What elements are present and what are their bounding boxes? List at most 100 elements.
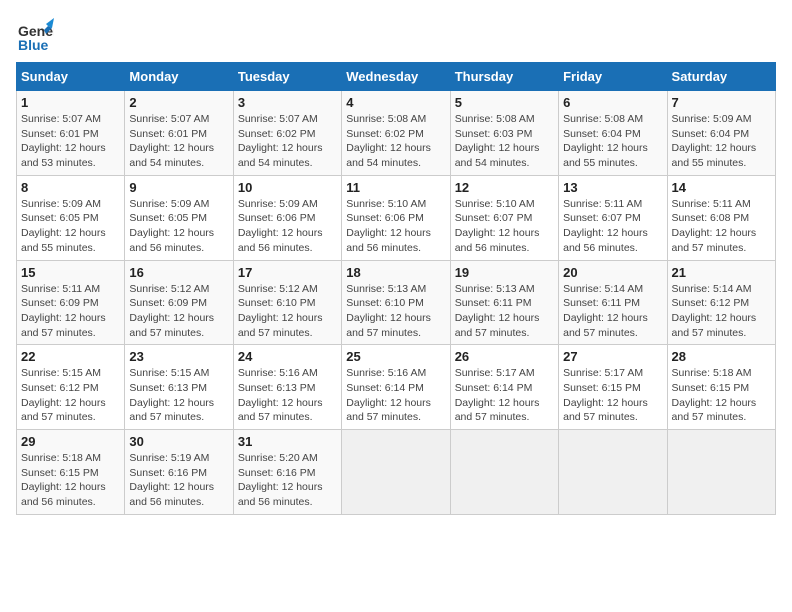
day-number: 18 — [346, 265, 445, 280]
day-info: Sunrise: 5:07 AM Sunset: 6:01 PM Dayligh… — [21, 112, 120, 171]
day-info: Sunrise: 5:07 AM Sunset: 6:01 PM Dayligh… — [129, 112, 228, 171]
calendar-cell: 4Sunrise: 5:08 AM Sunset: 6:02 PM Daylig… — [342, 91, 450, 176]
weekday-header-wednesday: Wednesday — [342, 63, 450, 91]
day-info: Sunrise: 5:09 AM Sunset: 6:06 PM Dayligh… — [238, 197, 337, 256]
day-number: 12 — [455, 180, 554, 195]
day-info: Sunrise: 5:12 AM Sunset: 6:10 PM Dayligh… — [238, 282, 337, 341]
calendar-week-1: 1 Sunrise: 5:07 AM Sunset: 6:01 PM Daylig… — [17, 91, 776, 176]
day-info: Sunrise: 5:09 AM Sunset: 6:05 PM Dayligh… — [129, 197, 228, 256]
calendar-cell: 11Sunrise: 5:10 AM Sunset: 6:06 PM Dayli… — [342, 175, 450, 260]
calendar-cell: 16 Sunrise: 5:12 AM Sunset: 6:09 PM Dayli… — [125, 260, 233, 345]
day-number: 20 — [563, 265, 662, 280]
calendar-cell: 31 Sunrise: 5:20 AM Sunset: 6:16 PM Dayli… — [233, 430, 341, 515]
day-info: Sunrise: 5:12 AM Sunset: 6:09 PM Dayligh… — [129, 282, 228, 341]
calendar-cell: 14Sunrise: 5:11 AM Sunset: 6:08 PM Dayli… — [667, 175, 775, 260]
calendar-cell: 27 Sunrise: 5:17 AM Sunset: 6:15 PM Dayli… — [559, 345, 667, 430]
day-info: Sunrise: 5:16 AM Sunset: 6:14 PM Dayligh… — [346, 366, 445, 425]
calendar-cell: 9Sunrise: 5:09 AM Sunset: 6:05 PM Daylig… — [125, 175, 233, 260]
calendar-body: 1 Sunrise: 5:07 AM Sunset: 6:01 PM Daylig… — [17, 91, 776, 515]
day-info: Sunrise: 5:13 AM Sunset: 6:10 PM Dayligh… — [346, 282, 445, 341]
day-info: Sunrise: 5:10 AM Sunset: 6:07 PM Dayligh… — [455, 197, 554, 256]
day-number: 13 — [563, 180, 662, 195]
day-number: 22 — [21, 349, 120, 364]
day-number: 30 — [129, 434, 228, 449]
day-info: Sunrise: 5:08 AM Sunset: 6:04 PM Dayligh… — [563, 112, 662, 171]
calendar-cell: 25 Sunrise: 5:16 AM Sunset: 6:14 PM Dayli… — [342, 345, 450, 430]
weekday-header-friday: Friday — [559, 63, 667, 91]
day-info: Sunrise: 5:17 AM Sunset: 6:14 PM Dayligh… — [455, 366, 554, 425]
logo: General Blue — [16, 16, 54, 54]
weekday-header-row: SundayMondayTuesdayWednesdayThursdayFrid… — [17, 63, 776, 91]
calendar-cell — [559, 430, 667, 515]
calendar-cell: 2 Sunrise: 5:07 AM Sunset: 6:01 PM Daylig… — [125, 91, 233, 176]
calendar-cell: 8 Sunrise: 5:09 AM Sunset: 6:05 PM Daylig… — [17, 175, 125, 260]
day-number: 28 — [672, 349, 771, 364]
day-info: Sunrise: 5:19 AM Sunset: 6:16 PM Dayligh… — [129, 451, 228, 510]
calendar-cell: 24Sunrise: 5:16 AM Sunset: 6:13 PM Dayli… — [233, 345, 341, 430]
day-info: Sunrise: 5:18 AM Sunset: 6:15 PM Dayligh… — [672, 366, 771, 425]
weekday-header-tuesday: Tuesday — [233, 63, 341, 91]
calendar-cell: 3 Sunrise: 5:07 AM Sunset: 6:02 PM Daylig… — [233, 91, 341, 176]
day-info: Sunrise: 5:13 AM Sunset: 6:11 PM Dayligh… — [455, 282, 554, 341]
day-number: 16 — [129, 265, 228, 280]
day-info: Sunrise: 5:09 AM Sunset: 6:04 PM Dayligh… — [672, 112, 771, 171]
day-number: 15 — [21, 265, 120, 280]
calendar-cell: 12 Sunrise: 5:10 AM Sunset: 6:07 PM Dayli… — [450, 175, 558, 260]
day-info: Sunrise: 5:14 AM Sunset: 6:11 PM Dayligh… — [563, 282, 662, 341]
calendar-cell — [667, 430, 775, 515]
day-number: 2 — [129, 95, 228, 110]
calendar-cell: 23Sunrise: 5:15 AM Sunset: 6:13 PM Dayli… — [125, 345, 233, 430]
calendar-table: SundayMondayTuesdayWednesdayThursdayFrid… — [16, 62, 776, 515]
day-number: 8 — [21, 180, 120, 195]
day-number: 7 — [672, 95, 771, 110]
day-info: Sunrise: 5:14 AM Sunset: 6:12 PM Dayligh… — [672, 282, 771, 341]
day-info: Sunrise: 5:11 AM Sunset: 6:07 PM Dayligh… — [563, 197, 662, 256]
calendar-cell: 18 Sunrise: 5:13 AM Sunset: 6:10 PM Dayli… — [342, 260, 450, 345]
calendar-week-3: 15 Sunrise: 5:11 AM Sunset: 6:09 PM Dayli… — [17, 260, 776, 345]
day-number: 6 — [563, 95, 662, 110]
day-number: 27 — [563, 349, 662, 364]
calendar-cell: 7 Sunrise: 5:09 AM Sunset: 6:04 PM Daylig… — [667, 91, 775, 176]
day-info: Sunrise: 5:08 AM Sunset: 6:03 PM Dayligh… — [455, 112, 554, 171]
day-info: Sunrise: 5:11 AM Sunset: 6:09 PM Dayligh… — [21, 282, 120, 341]
day-info: Sunrise: 5:15 AM Sunset: 6:13 PM Dayligh… — [129, 366, 228, 425]
calendar-cell: 17 Sunrise: 5:12 AM Sunset: 6:10 PM Dayli… — [233, 260, 341, 345]
day-number: 4 — [346, 95, 445, 110]
day-info: Sunrise: 5:09 AM Sunset: 6:05 PM Dayligh… — [21, 197, 120, 256]
calendar-week-2: 8 Sunrise: 5:09 AM Sunset: 6:05 PM Daylig… — [17, 175, 776, 260]
weekday-header-saturday: Saturday — [667, 63, 775, 91]
day-info: Sunrise: 5:07 AM Sunset: 6:02 PM Dayligh… — [238, 112, 337, 171]
day-info: Sunrise: 5:17 AM Sunset: 6:15 PM Dayligh… — [563, 366, 662, 425]
weekday-header-monday: Monday — [125, 63, 233, 91]
svg-text:Blue: Blue — [18, 37, 49, 53]
calendar-cell: 19Sunrise: 5:13 AM Sunset: 6:11 PM Dayli… — [450, 260, 558, 345]
day-number: 10 — [238, 180, 337, 195]
calendar-cell: 29Sunrise: 5:18 AM Sunset: 6:15 PM Dayli… — [17, 430, 125, 515]
day-info: Sunrise: 5:18 AM Sunset: 6:15 PM Dayligh… — [21, 451, 120, 510]
calendar-cell: 15 Sunrise: 5:11 AM Sunset: 6:09 PM Dayli… — [17, 260, 125, 345]
calendar-cell: 28 Sunrise: 5:18 AM Sunset: 6:15 PM Dayli… — [667, 345, 775, 430]
day-number: 3 — [238, 95, 337, 110]
day-number: 25 — [346, 349, 445, 364]
day-number: 31 — [238, 434, 337, 449]
page-header: General Blue — [16, 16, 776, 54]
calendar-cell: 30 Sunrise: 5:19 AM Sunset: 6:16 PM Dayli… — [125, 430, 233, 515]
calendar-cell: 26Sunrise: 5:17 AM Sunset: 6:14 PM Dayli… — [450, 345, 558, 430]
weekday-header-sunday: Sunday — [17, 63, 125, 91]
calendar-cell: 22Sunrise: 5:15 AM Sunset: 6:12 PM Dayli… — [17, 345, 125, 430]
day-number: 11 — [346, 180, 445, 195]
calendar-cell: 1 Sunrise: 5:07 AM Sunset: 6:01 PM Daylig… — [17, 91, 125, 176]
day-number: 17 — [238, 265, 337, 280]
calendar-cell — [450, 430, 558, 515]
day-number: 21 — [672, 265, 771, 280]
logo-icon: General Blue — [16, 16, 54, 54]
calendar-week-4: 22Sunrise: 5:15 AM Sunset: 6:12 PM Dayli… — [17, 345, 776, 430]
day-number: 1 — [21, 95, 120, 110]
day-number: 5 — [455, 95, 554, 110]
calendar-cell: 6 Sunrise: 5:08 AM Sunset: 6:04 PM Daylig… — [559, 91, 667, 176]
day-info: Sunrise: 5:16 AM Sunset: 6:13 PM Dayligh… — [238, 366, 337, 425]
calendar-cell: 5 Sunrise: 5:08 AM Sunset: 6:03 PM Daylig… — [450, 91, 558, 176]
weekday-header-thursday: Thursday — [450, 63, 558, 91]
day-number: 14 — [672, 180, 771, 195]
day-info: Sunrise: 5:20 AM Sunset: 6:16 PM Dayligh… — [238, 451, 337, 510]
